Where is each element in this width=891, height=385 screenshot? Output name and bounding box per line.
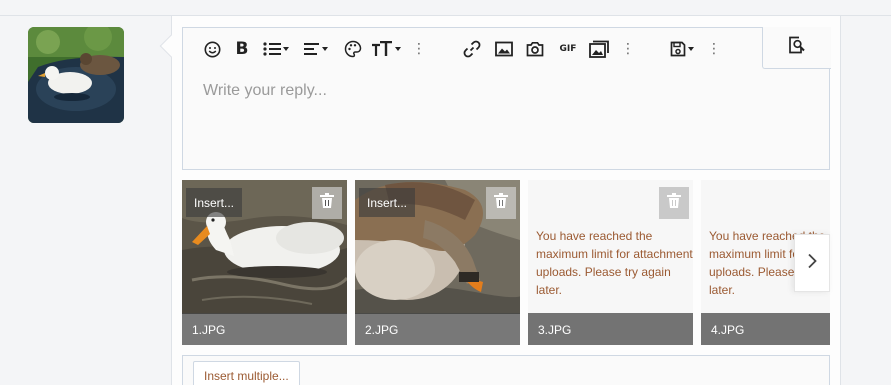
preview-icon [788, 36, 807, 59]
smilie-icon[interactable] [202, 38, 222, 60]
attachment-tile[interactable]: Insert... 1.JPG [182, 180, 347, 345]
reply-editor[interactable]: B ⋮ GIF ⋮ ⋮ Write your reply... [182, 27, 831, 170]
trash-icon [320, 193, 334, 213]
delete-attachment-button[interactable] [486, 187, 516, 219]
text-size-icon[interactable] [369, 38, 403, 60]
trash-icon [494, 193, 508, 213]
insert-attachment-button[interactable]: Insert... [359, 188, 416, 217]
delete-attachment-button[interactable] [659, 187, 689, 219]
link-icon[interactable] [461, 38, 483, 60]
preview-button[interactable] [762, 27, 831, 69]
gif-icon[interactable]: GIF [557, 38, 579, 60]
more-options-icon[interactable]: ⋮ [412, 38, 426, 60]
attachment-filename: 2.JPG [355, 313, 520, 345]
attachment-filename: 3.JPG [528, 313, 693, 345]
media-icon[interactable] [588, 38, 610, 60]
save-draft-icon[interactable] [667, 38, 697, 60]
attachment-filename: 1.JPG [182, 313, 347, 345]
avatar[interactable] [28, 27, 124, 123]
list-icon[interactable] [261, 38, 291, 60]
attachment-filename: 4.JPG [701, 313, 830, 345]
attachment-list: Insert... 1.JPG Insert... 2.JPG You have… [182, 180, 830, 345]
insert-multiple-button[interactable]: Insert multiple... [193, 361, 300, 385]
attachments-next-button[interactable] [794, 234, 830, 292]
delete-attachment-button[interactable] [312, 187, 342, 219]
editor-toolbar: B ⋮ GIF ⋮ ⋮ [183, 27, 831, 70]
align-icon[interactable] [301, 38, 331, 60]
attachment-tile[interactable]: You have reached the maximum limit for a… [528, 180, 693, 345]
insert-attachment-button[interactable]: Insert... [186, 188, 243, 217]
reply-placeholder: Write your reply... [203, 82, 327, 99]
attachment-actions-bar: Insert multiple... [182, 355, 830, 385]
more-options-icon[interactable]: ⋮ [621, 38, 635, 60]
chevron-right-icon [807, 253, 817, 274]
upload-limit-message: You have reached the maximum limit for a… [536, 229, 693, 297]
camera-icon[interactable] [524, 38, 546, 60]
attachment-tile[interactable]: Insert... 2.JPG [355, 180, 520, 345]
palette-icon[interactable] [343, 38, 363, 60]
image-icon[interactable] [493, 38, 515, 60]
more-options-icon[interactable]: ⋮ [707, 38, 721, 60]
trash-icon [667, 193, 681, 213]
bold-icon[interactable]: B [233, 38, 251, 60]
